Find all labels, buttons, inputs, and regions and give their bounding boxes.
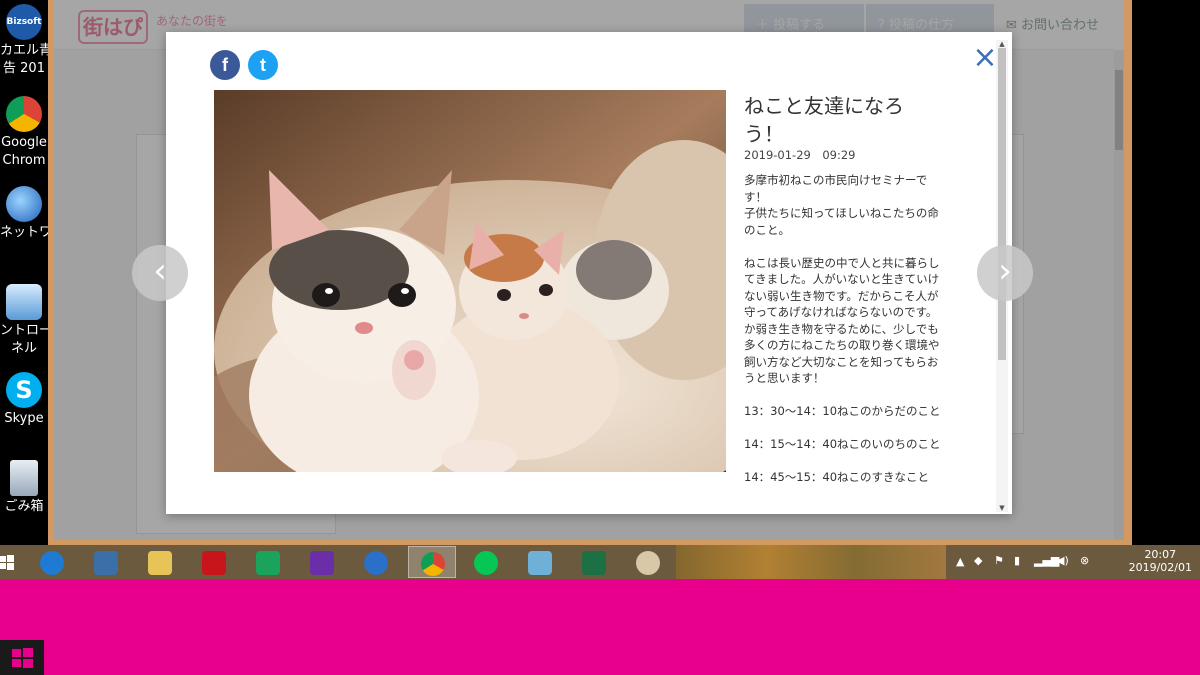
notification-close-icon[interactable]: ⊗ <box>1080 554 1089 567</box>
windows-start-icon <box>0 555 14 570</box>
acrobat-icon <box>202 551 226 575</box>
system-tray: ▲ ◆ ⚑ ▮ ▂▄▆ ◀) ⊗ 20:07 2019/02/01 <box>952 545 1200 579</box>
post-modal: f t × ねこと友達になろう！ 2019-01-29 09:29 多摩市初ねこ… <box>166 32 1012 514</box>
clock-time: 20:07 <box>1144 548 1177 561</box>
battery-icon[interactable]: ▮ <box>1014 554 1020 567</box>
taskbar-lenovo[interactable] <box>82 546 130 578</box>
taskbar-chrome[interactable] <box>408 546 456 578</box>
twitter-share-icon[interactable]: t <box>248 50 278 80</box>
taskbar: ▲ ◆ ⚑ ▮ ▂▄▆ ◀) ⊗ 20:07 2019/02/01 <box>0 545 1200 579</box>
tray-chevron-icon[interactable]: ▲ <box>956 555 964 568</box>
desktop-icon-label: Google <box>1 135 47 150</box>
next-post-button[interactable]: › <box>977 245 1033 301</box>
recycle-bin-icon <box>10 460 38 496</box>
clock-date: 2019/02/01 <box>1128 561 1192 574</box>
post-paragraph: 14：45～15：40ねこのすきなこと <box>744 470 930 484</box>
app-icon <box>528 551 552 575</box>
desktop-icon-recycle-bin[interactable]: ごみ箱 <box>0 460 48 516</box>
chrome-icon <box>421 552 445 576</box>
desktop-icon-label: ネル <box>10 341 37 356</box>
browser-viewport: 街はぴ あなたの街を ＋ 投稿する ? 投稿の仕方 ✉ お問い合わせ f t × <box>54 0 1124 540</box>
desktop-icon-label: ごみ箱 <box>4 499 44 514</box>
folder-icon <box>148 551 172 575</box>
taskbar-store[interactable] <box>244 546 292 578</box>
post-paragraph: 13：30～14：10ねこのからだのこと <box>744 404 941 418</box>
facebook-share-icon[interactable]: f <box>210 50 240 80</box>
browser-window: 街はぴ あなたの街を ＋ 投稿する ? 投稿の仕方 ✉ お問い合わせ f t × <box>48 0 1132 545</box>
post-photo-kittens <box>214 90 726 472</box>
start-button[interactable] <box>0 546 20 578</box>
scroll-down-icon[interactable]: ▼ <box>996 504 1008 512</box>
close-button[interactable]: × <box>971 43 999 73</box>
excel-icon <box>582 551 606 575</box>
taskbar-trophy[interactable] <box>298 546 346 578</box>
line-icon <box>474 551 498 575</box>
post-body: 多摩市初ねこの市民向けセミナーです！ 子供たちに知ってほしいねこたちの命のこと。… <box>744 172 944 512</box>
volume-icon[interactable]: ◀) <box>1056 554 1069 567</box>
taskbar-excel[interactable] <box>570 546 618 578</box>
mail-app-icon <box>364 551 388 575</box>
desktop-icon-label: Skype <box>4 411 44 426</box>
clock[interactable]: 20:07 2019/02/01 <box>1129 548 1192 574</box>
desktop-icon-chrome[interactable]: Google Chrom <box>0 96 48 170</box>
post-date: 2019-01-29 09:29 <box>744 148 856 162</box>
taskbar-explorer[interactable] <box>136 546 184 578</box>
taskbar-mail[interactable] <box>352 546 400 578</box>
internet-explorer-icon <box>40 551 64 575</box>
kittens-photo-illustration <box>214 90 726 472</box>
desktop-icon-label: ントロール <box>0 323 48 338</box>
control-panel-icon <box>6 284 42 320</box>
network-globe-icon <box>6 186 42 222</box>
scroll-up-icon[interactable]: ▲ <box>996 40 1008 48</box>
taskbar-paint[interactable] <box>624 546 672 578</box>
post-paragraph: 多摩市初ねこの市民向けセミナーです！ 子供たちに知ってほしいねこたちの命のこと。 <box>744 173 939 237</box>
store-icon <box>256 551 280 575</box>
windows-logo-icon <box>12 648 33 668</box>
taskbar-wallpaper-peek <box>676 545 946 579</box>
skype-icon: S <box>6 372 42 408</box>
paint-icon <box>636 551 660 575</box>
post-title: ねこと友達になろう！ <box>744 94 904 146</box>
desktop-icon-skype[interactable]: S Skype <box>0 372 48 428</box>
trophy-icon <box>310 551 334 575</box>
post-paragraph: ねこは長い歴史の中で人と共に暮らしてきました。人がいないと生きていけない弱い生き… <box>744 255 940 386</box>
desktop-icon-kaeru[interactable]: Bizsoft カエル青 告 201 <box>0 4 48 78</box>
desktop-icon-label: カエル青 <box>0 43 48 58</box>
desktop-icon-label: 告 201 <box>3 61 45 76</box>
taskbar-acrobat[interactable] <box>190 546 238 578</box>
desktop-icon-control-panel[interactable]: ントロール ネル <box>0 284 48 358</box>
modal-scroll-thumb[interactable] <box>998 48 1006 360</box>
desktop-icon-label: Chrom <box>2 153 46 168</box>
post-paragraph: 14：15～14：40ねこのいのちのこと <box>744 437 941 451</box>
desktop-icon-network[interactable]: ネットワー <box>0 186 48 242</box>
prev-post-button[interactable]: ‹ <box>132 245 188 301</box>
desktop-icon-label: ネットワー <box>0 225 48 240</box>
chrome-icon <box>6 96 42 132</box>
lenovo-monitor-icon <box>94 551 118 575</box>
dropbox-icon[interactable]: ◆ <box>974 554 982 567</box>
taskbar-app[interactable] <box>516 546 564 578</box>
flag-icon[interactable]: ⚑ <box>994 554 1004 567</box>
windows-logo-corner[interactable] <box>0 640 44 675</box>
taskbar-line[interactable] <box>462 546 510 578</box>
taskbar-ie[interactable] <box>28 546 76 578</box>
bizsoft-icon: Bizsoft <box>6 4 42 40</box>
